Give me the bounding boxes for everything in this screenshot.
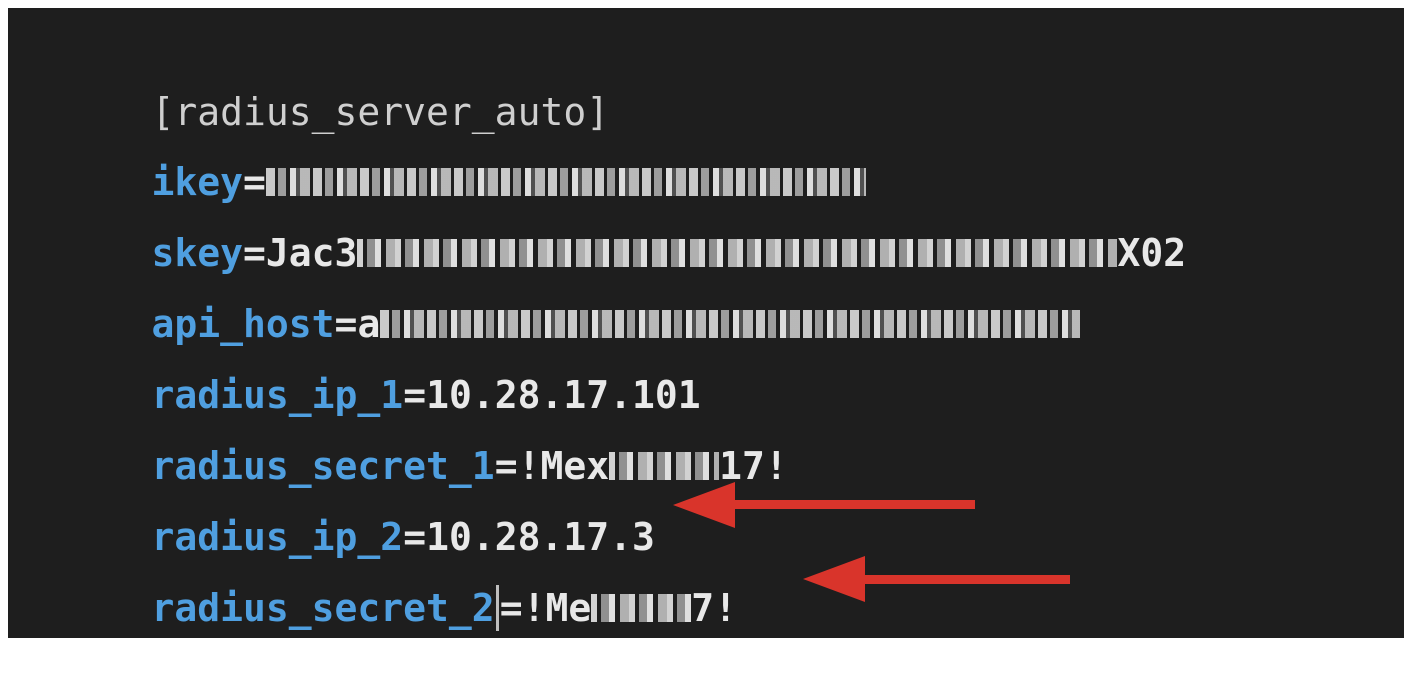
config-value-suffix: 7! [691,586,737,630]
config-key: radius_secret_2 [151,586,495,630]
section-header: [radius_server_auto] [60,28,610,134]
redacted-value [591,593,692,622]
config-line-radius-secret-1: radius_secret_1=!Mex 17! [60,382,788,488]
config-line-radius-ip-2: radius_ip_2=10.28.17.3 [60,453,655,559]
config-value-prefix: !Me [522,586,592,630]
red-left-arrow-icon [673,482,975,528]
config-value-suffix: X02 [1117,231,1187,275]
config-line-skey: skey=Jac3 X02 [60,169,1187,275]
config-line-ikey: ikey= [60,98,866,204]
text-cursor [495,584,499,631]
config-line-api-host: api_host=a [60,240,1081,346]
config-line-radius-ip-1: radius_ip_1=10.28.17.101 [60,311,701,417]
red-left-arrow-icon [803,556,1070,602]
code-editor: [radius_server_auto] ikey= skey=Jac3 X02 … [8,8,1404,638]
config-separator: = [499,586,523,630]
config-line-radius-secret-2: radius_secret_2 =!Me 7! [60,524,737,631]
